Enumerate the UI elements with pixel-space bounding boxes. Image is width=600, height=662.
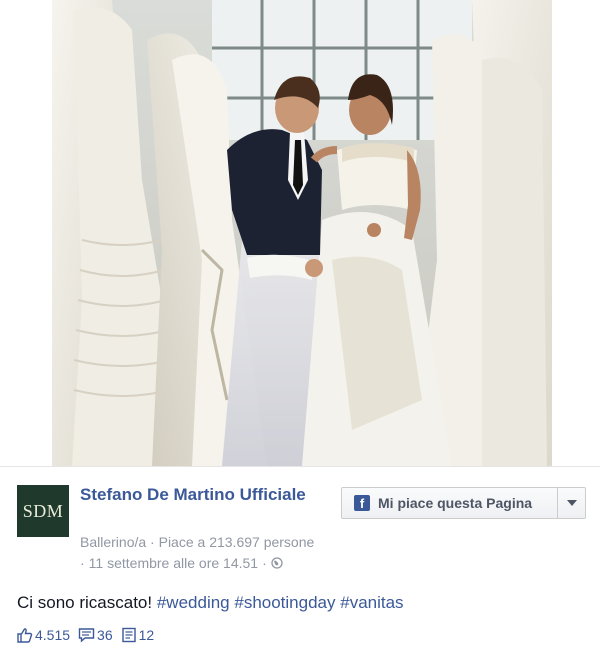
globe-icon[interactable] [271,557,283,569]
post-message: Ci sono ricascato! #wedding #shootingday… [17,593,404,613]
hashtag-link[interactable]: #shootingday [234,593,335,612]
thumbs-up-icon [17,628,33,643]
comments-count: 36 [97,627,113,643]
post-card: SDM Stefano De Martino Ufficiale Balleri… [0,466,600,662]
like-page-dropdown-button[interactable] [557,488,585,518]
comment-icon [78,628,95,643]
page-avatar[interactable]: SDM [17,485,69,537]
shares-stat[interactable]: 12 [121,627,155,643]
hashtag-link[interactable]: #wedding [157,593,230,612]
shares-count: 12 [138,627,155,643]
hashtag-link[interactable]: #vanitas [340,593,403,612]
meta-separator: · [262,555,267,571]
like-page-button-group: f Mi piace questa Pagina [341,487,586,519]
page-name-link[interactable]: Stefano De Martino Ufficiale [80,482,320,507]
post-photo-area [0,0,600,466]
likes-count: 4.515 [35,627,71,643]
post-timestamp-line: · 11 settembre alle ore 14.51 · [80,555,283,571]
post-timestamp[interactable]: 11 settembre alle ore 14.51 [89,555,258,571]
post-stats: 4.515 36 12 [17,627,162,643]
page-avatar-logo-text: SDM [22,500,64,521]
page-category[interactable]: Ballerino/a [80,534,146,550]
meta-separator: · [80,555,85,571]
comments-stat[interactable]: 36 [78,627,113,643]
facebook-icon: f [354,495,370,511]
meta-separator: · [150,534,159,550]
page-likes-count[interactable]: Piace a 213.697 persone [159,534,315,550]
share-icon [121,627,136,643]
post-photo[interactable] [52,0,552,466]
chevron-down-icon [566,500,577,506]
likes-stat[interactable]: 4.515 [17,627,70,643]
page-meta-line: Ballerino/a · Piace a 213.697 persone [80,534,314,550]
post-message-text: Ci sono ricascato! [17,593,157,612]
like-page-button[interactable]: f Mi piace questa Pagina [342,488,557,518]
like-page-button-label: Mi piace questa Pagina [378,495,533,511]
wedding-photo-illustration [52,0,552,466]
